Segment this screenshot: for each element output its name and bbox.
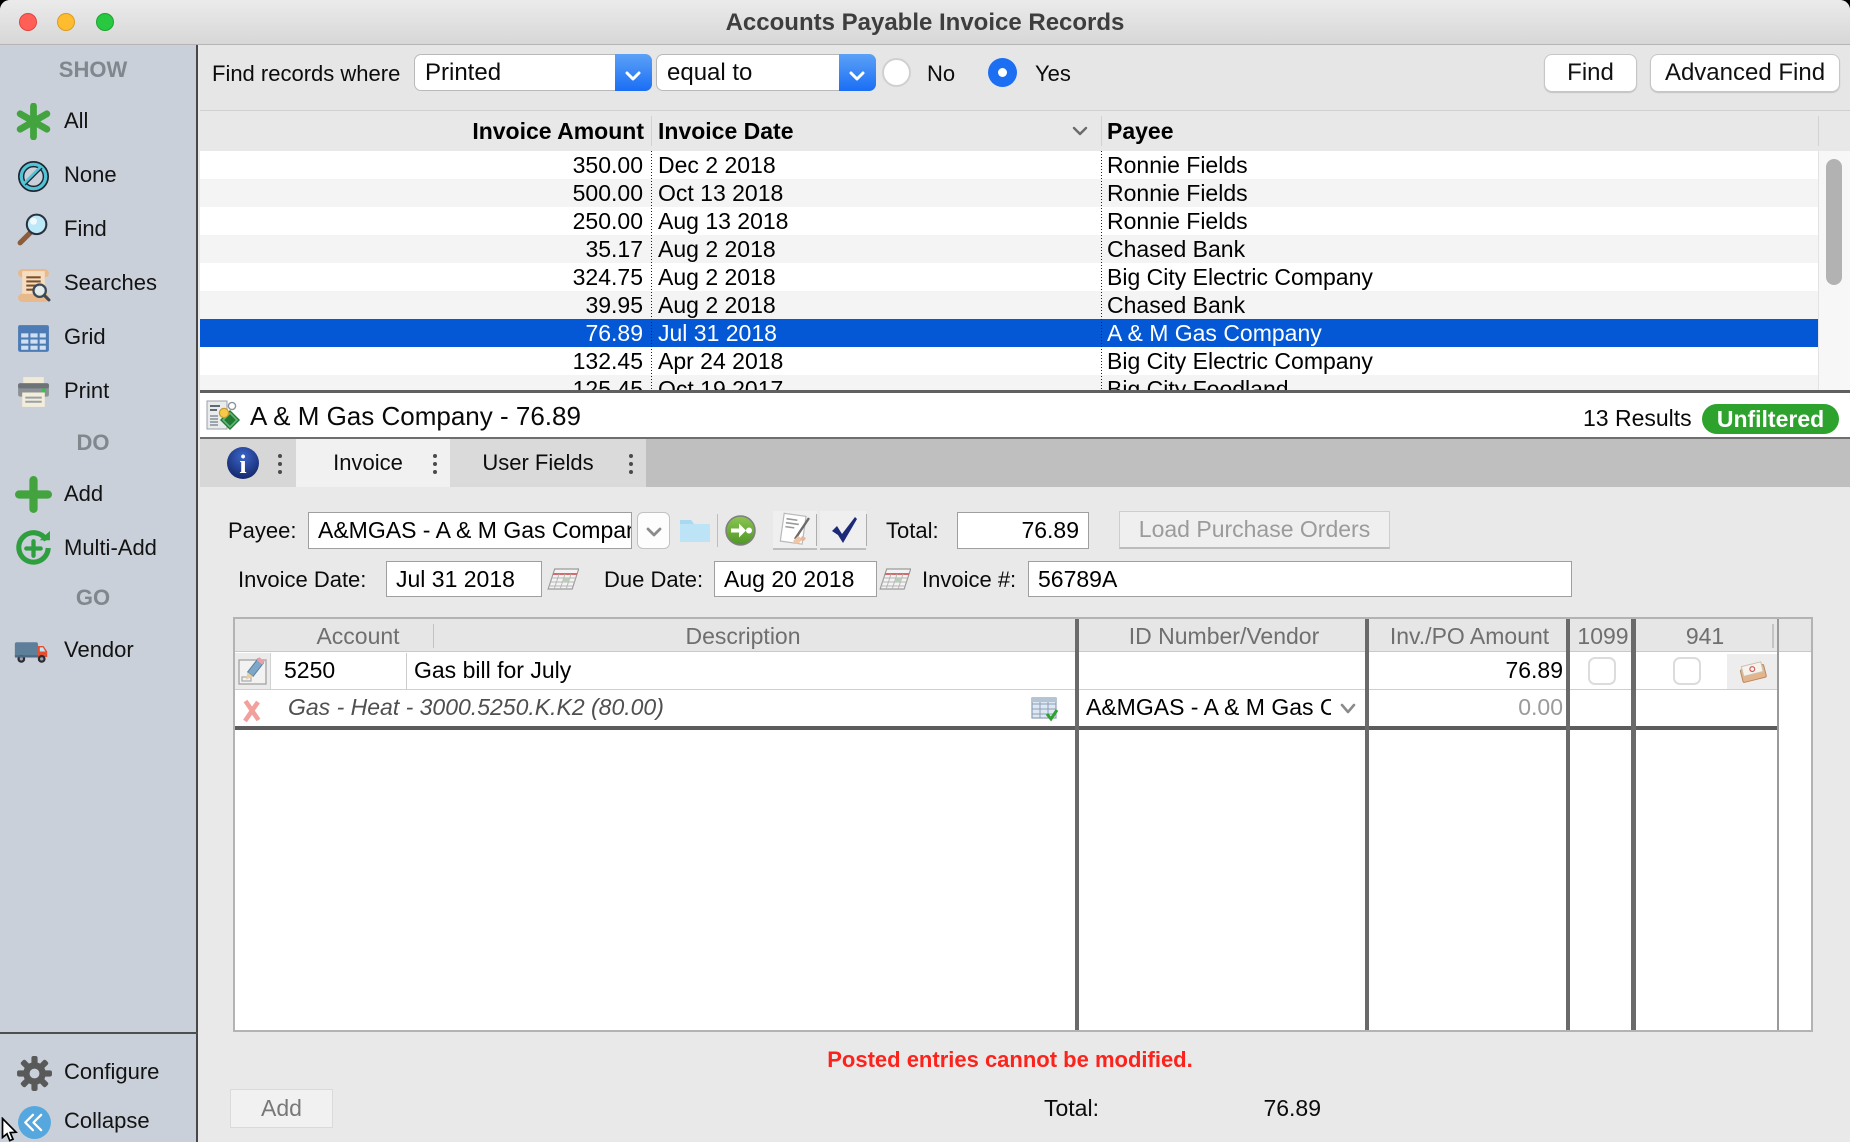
svg-text:i: i [239, 450, 246, 479]
